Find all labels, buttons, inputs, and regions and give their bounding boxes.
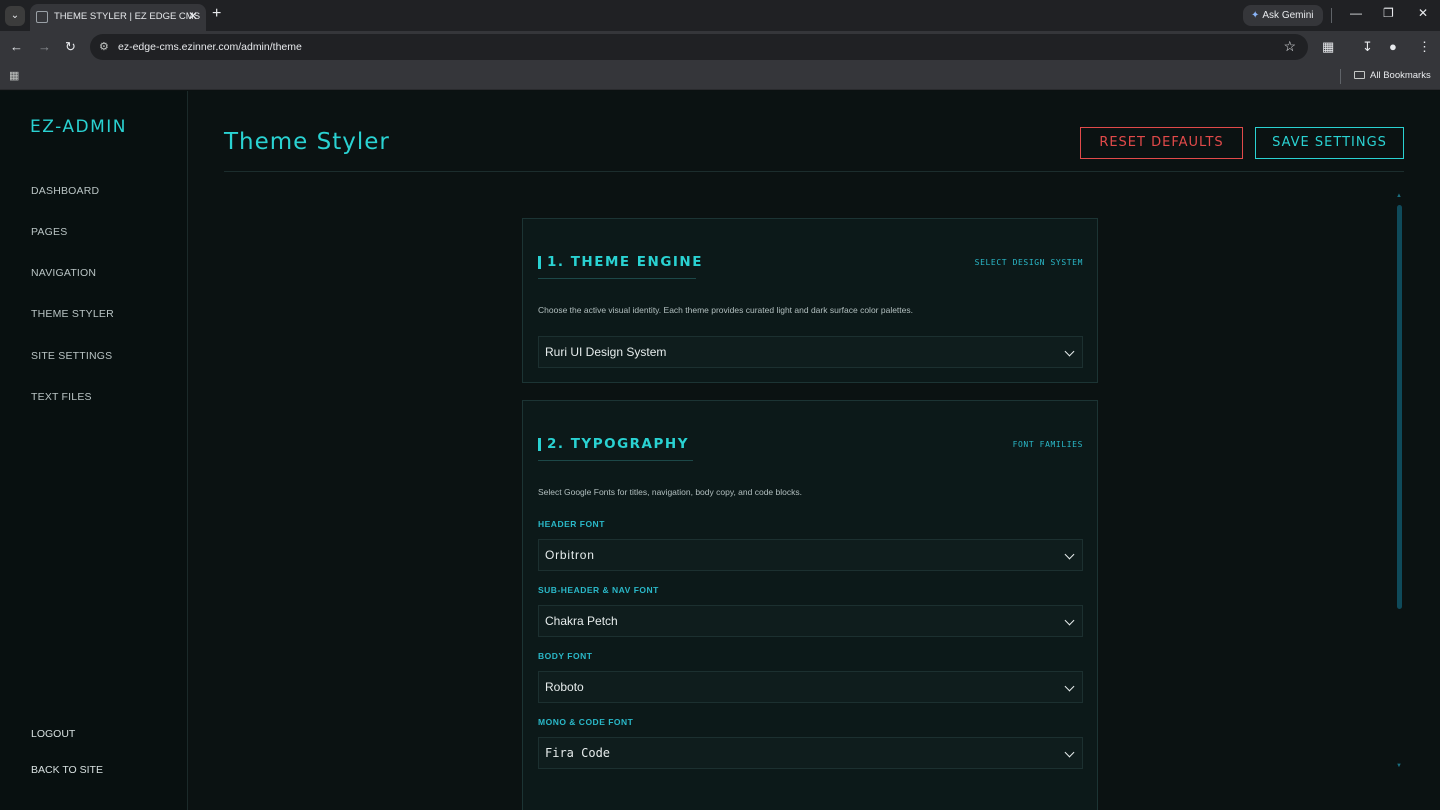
typography-tag: FONT FAMILIES	[1012, 440, 1083, 449]
chevron-down-icon	[1064, 346, 1075, 357]
theme-engine-description: Choose the active visual identity. Each …	[538, 305, 913, 315]
new-tab-icon[interactable]: +	[212, 5, 221, 23]
sidebar-item-dashboard[interactable]: DASHBOARD	[31, 185, 99, 197]
sidebar-item-text-files[interactable]: TEXT FILES	[31, 391, 92, 403]
scroll-up-icon[interactable]: ▲	[1396, 193, 1402, 199]
mono-font-value: Fira Code	[545, 746, 611, 760]
all-bookmarks-label: All Bookmarks	[1370, 70, 1431, 81]
folder-icon	[1354, 71, 1365, 79]
typography-title: 2. TYPOGRAPHY	[547, 436, 689, 452]
tab-search-icon[interactable]: ⌄	[5, 6, 25, 26]
sidebar-item-site-settings[interactable]: SITE SETTINGS	[31, 350, 112, 362]
mono-font-select[interactable]: Fira Code	[538, 737, 1083, 769]
theme-engine-tag: SELECT DESIGN SYSTEM	[974, 258, 1083, 267]
favicon-icon	[36, 11, 48, 23]
body-font-value: Roboto	[545, 680, 584, 694]
theme-engine-title: 1. THEME ENGINE	[547, 254, 703, 270]
theme-select[interactable]: Ruri UI Design System	[538, 336, 1083, 368]
header-font-select[interactable]: Orbitron	[538, 539, 1083, 571]
menu-kebab-icon[interactable]: ⋮	[1418, 39, 1431, 55]
chevron-down-icon	[1064, 747, 1075, 758]
gemini-sparkle-icon: ✦	[1251, 10, 1260, 21]
header-font-label: HEADER FONT	[538, 519, 605, 529]
restore-icon[interactable]: ❐	[1383, 6, 1394, 20]
browser-toolbar: ← → ↻ ⚙ ez-edge-cms.ezinner.com/admin/th…	[0, 31, 1440, 63]
chevron-down-icon	[1064, 549, 1075, 560]
subheader-font-label: SUB-HEADER & NAV FONT	[538, 585, 659, 595]
browser-tab[interactable]: THEME STYLER | EZ EDGE CMS ✕	[30, 4, 206, 31]
ask-gemini-button[interactable]: ✦ Ask Gemini	[1243, 5, 1323, 26]
sidebar-item-theme-styler[interactable]: THEME STYLER	[31, 308, 114, 320]
heading-accent-bar	[538, 256, 541, 269]
heading-accent-bar	[538, 438, 541, 451]
save-settings-button[interactable]: SAVE SETTINGS	[1255, 127, 1404, 159]
subheader-font-value: Chakra Petch	[545, 614, 618, 628]
window-divider	[1331, 8, 1332, 23]
download-icon[interactable]: ↧	[1362, 39, 1373, 55]
tab-close-icon[interactable]: ✕	[188, 9, 198, 23]
ask-gemini-label: Ask Gemini	[1262, 10, 1314, 21]
typography-description: Select Google Fonts for titles, navigati…	[538, 487, 802, 497]
theme-engine-panel: 1. THEME ENGINE SELECT DESIGN SYSTEM Cho…	[522, 218, 1098, 383]
heading-underline	[538, 278, 696, 279]
brand-logo[interactable]: EZ-ADMIN	[30, 117, 127, 137]
chevron-down-icon	[1064, 681, 1075, 692]
profile-avatar-icon[interactable]: ●	[1389, 39, 1397, 54]
sidebar-item-navigation[interactable]: NAVIGATION	[31, 267, 96, 279]
back-to-site-link[interactable]: BACK TO SITE	[31, 764, 103, 776]
bookmarks-bar: ▦ All Bookmarks	[0, 63, 1440, 90]
scrollbar-thumb[interactable]	[1397, 205, 1402, 609]
site-info-icon[interactable]: ⚙	[99, 40, 109, 53]
admin-app: EZ-ADMIN DASHBOARD PAGES NAVIGATION THEM…	[0, 91, 1440, 810]
apps-grid-icon[interactable]: ▦	[9, 69, 19, 82]
main-content: Theme Styler RESET DEFAULTS SAVE SETTING…	[188, 91, 1440, 810]
page-title: Theme Styler	[224, 129, 390, 155]
browser-tab-bar: ⌄ THEME STYLER | EZ EDGE CMS ✕ + ✦ Ask Ge…	[0, 0, 1440, 31]
minimize-icon[interactable]: —	[1350, 6, 1362, 20]
reset-defaults-button[interactable]: RESET DEFAULTS	[1080, 127, 1243, 159]
typography-panel: 2. TYPOGRAPHY FONT FAMILIES Select Googl…	[522, 400, 1098, 810]
back-icon[interactable]: ←	[10, 39, 23, 54]
forward-icon[interactable]: →	[38, 39, 51, 54]
logout-link[interactable]: LOGOUT	[31, 728, 75, 740]
heading-underline	[538, 460, 693, 461]
subheader-font-select[interactable]: Chakra Petch	[538, 605, 1083, 637]
tab-title: THEME STYLER | EZ EDGE CMS	[54, 11, 201, 22]
sidebar-item-pages[interactable]: PAGES	[31, 226, 67, 238]
scrollbar[interactable]: ▲ ▼	[1396, 193, 1402, 769]
extensions-icon[interactable]: ▦	[1322, 39, 1334, 55]
address-bar[interactable]: ⚙ ez-edge-cms.ezinner.com/admin/theme ☆	[90, 34, 1308, 60]
bookmark-star-icon[interactable]: ☆	[1283, 38, 1296, 55]
window-close-icon[interactable]: ✕	[1418, 6, 1428, 20]
mono-font-label: MONO & CODE FONT	[538, 717, 634, 727]
body-font-label: BODY FONT	[538, 651, 593, 661]
url-text: ez-edge-cms.ezinner.com/admin/theme	[118, 41, 302, 53]
bookmarks-divider	[1340, 69, 1341, 84]
reload-icon[interactable]: ↻	[65, 39, 76, 55]
sidebar: EZ-ADMIN DASHBOARD PAGES NAVIGATION THEM…	[0, 91, 188, 810]
body-font-select[interactable]: Roboto	[538, 671, 1083, 703]
chevron-down-icon	[1064, 615, 1075, 626]
header-font-value: Orbitron	[545, 548, 595, 562]
scroll-down-icon[interactable]: ▼	[1396, 763, 1402, 769]
header-divider	[224, 171, 1404, 172]
theme-select-value: Ruri UI Design System	[545, 345, 667, 359]
all-bookmarks[interactable]: All Bookmarks	[1354, 70, 1431, 81]
